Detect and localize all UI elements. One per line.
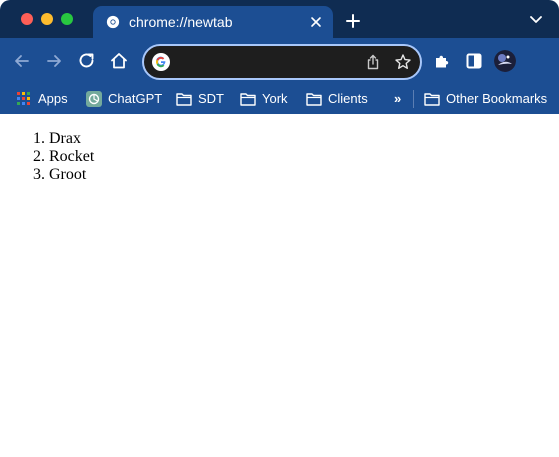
bookmarks-bar: Apps ChatGPT SDT York Clients » Other Bo…: [0, 84, 559, 114]
side-panel-icon[interactable]: [464, 51, 484, 71]
maximize-window-button[interactable]: [61, 13, 73, 25]
chevron-down-icon[interactable]: [530, 16, 542, 24]
apps-grid-icon: [17, 92, 30, 105]
close-window-button[interactable]: [21, 13, 33, 25]
browser-window: chrome://newtab Apps ChatGPT SDT York Cl…: [0, 0, 559, 457]
bookmark-label: York: [262, 91, 288, 106]
folder-icon: [424, 93, 440, 106]
tab-newtab[interactable]: chrome://newtab: [93, 6, 333, 38]
share-icon[interactable]: [364, 53, 382, 71]
google-g-icon: [152, 53, 170, 71]
chatgpt-icon: [86, 91, 102, 107]
page-content: Drax Rocket Groot: [0, 114, 559, 457]
folder-icon: [306, 93, 322, 106]
toolbar: [0, 38, 559, 84]
folder-icon: [176, 93, 192, 106]
tab-strip: chrome://newtab: [0, 0, 559, 38]
bookmarks-overflow-button[interactable]: »: [394, 88, 401, 110]
close-icon[interactable]: [309, 15, 323, 29]
omnibox-input[interactable]: [178, 52, 358, 72]
home-icon[interactable]: [109, 51, 129, 71]
bookmark-label: Apps: [38, 91, 68, 106]
list-item: Rocket: [49, 148, 559, 166]
bookmark-label: ChatGPT: [108, 91, 163, 106]
chrome-icon: [106, 15, 120, 29]
bookmarks-divider: [413, 90, 414, 108]
minimize-window-button[interactable]: [41, 13, 53, 25]
bookmark-label: Other Bookmarks: [446, 91, 548, 106]
list-item: Drax: [49, 130, 559, 148]
back-arrow-icon[interactable]: [12, 51, 32, 71]
extensions-puzzle-icon[interactable]: [432, 51, 452, 71]
profile-avatar[interactable]: [494, 50, 516, 72]
bookmark-label: SDT: [198, 91, 224, 106]
bookmark-label: Clients: [328, 91, 368, 106]
ordered-list: Drax Rocket Groot: [0, 130, 559, 184]
tab-title: chrome://newtab: [129, 14, 233, 30]
reload-icon[interactable]: [77, 51, 97, 71]
bookmark-star-icon[interactable]: [394, 53, 412, 71]
list-item: Groot: [49, 166, 559, 184]
address-bar[interactable]: [142, 44, 422, 80]
overflow-chevron-icon: »: [394, 91, 402, 106]
folder-icon: [240, 93, 256, 106]
forward-arrow-icon[interactable]: [44, 51, 64, 71]
new-tab-plus-icon[interactable]: [346, 14, 360, 28]
